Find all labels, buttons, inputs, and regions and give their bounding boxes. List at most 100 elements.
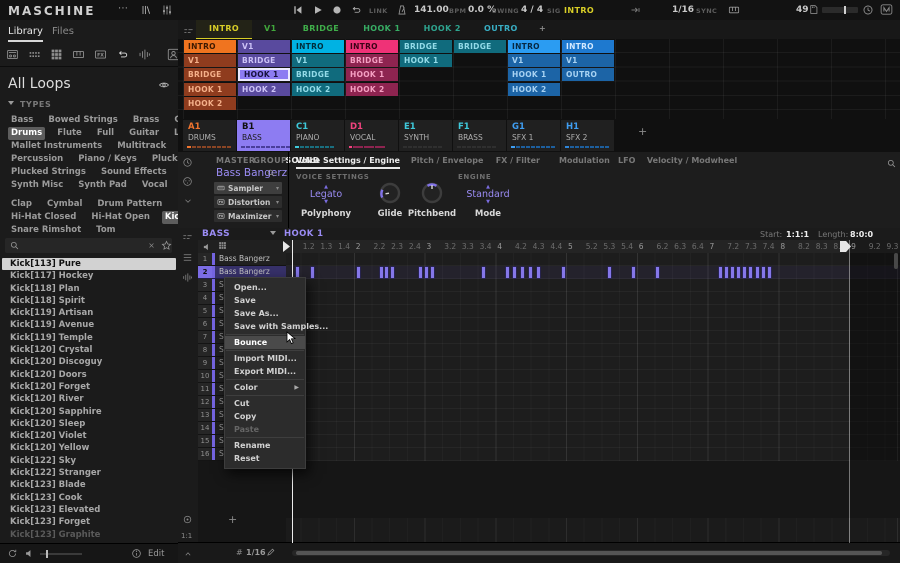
timeline-ruler[interactable]: 1.21.31.422.22.32.433.23.33.444.24.34.45… <box>286 240 900 254</box>
pattern-cell[interactable]: HOOK 1 <box>400 54 452 67</box>
eye-icon[interactable] <box>158 79 170 91</box>
param-search-icon[interactable] <box>886 158 897 169</box>
current-scene-display[interactable]: INTRO <box>564 6 594 15</box>
result-item[interactable]: Kick[122] Stranger <box>0 467 178 479</box>
channel-chevron-icon[interactable] <box>183 196 193 206</box>
sounds-icon[interactable] <box>50 48 63 61</box>
menu-item-open[interactable]: Open... <box>225 281 305 294</box>
pattern-cell[interactable]: HOOK 1 <box>508 68 560 81</box>
midi-note[interactable] <box>762 267 765 278</box>
type-tag[interactable]: Synth Pad <box>75 179 130 192</box>
pattern-cell[interactable]: INTRO <box>346 40 398 53</box>
midi-note[interactable] <box>385 267 388 278</box>
plugin-search-icon[interactable] <box>266 168 276 178</box>
pattern-cell[interactable]: BRIDGE <box>184 68 236 81</box>
type-tag[interactable]: Synth Misc <box>8 179 66 192</box>
pattern-name-label[interactable]: HOOK 1 <box>284 229 323 239</box>
add-control-lane-button[interactable]: + <box>228 513 237 526</box>
track-name[interactable]: Bass Bangerz <box>219 253 270 265</box>
scene-tab[interactable]: HOOK 2 <box>411 20 474 38</box>
follow-playhead-icon[interactable] <box>182 514 193 525</box>
play-button[interactable] <box>312 4 324 16</box>
param-tab[interactable]: LFO <box>618 156 635 165</box>
edit-button[interactable]: Edit <box>148 549 164 559</box>
midi-note[interactable] <box>562 267 565 278</box>
clock-icon[interactable] <box>862 4 874 16</box>
groups-icon[interactable] <box>28 48 41 61</box>
skip-back-button[interactable] <box>292 4 304 16</box>
pattern-cell[interactable]: HOOK 2 <box>508 83 560 96</box>
result-item[interactable]: Kick[117] Hockey <box>0 270 178 282</box>
result-item[interactable]: Kick[120] Violet <box>0 430 178 442</box>
search-input[interactable] <box>23 239 145 253</box>
pattern-cell[interactable]: BRIDGE <box>454 40 506 53</box>
pattern-cell[interactable]: INTRO <box>562 40 614 53</box>
midi-note[interactable] <box>719 267 722 278</box>
pitchbend-knob[interactable] <box>418 179 446 207</box>
group-tile-d1[interactable]: D1VOCAL <box>345 120 398 151</box>
scene-tab[interactable]: BRIDGE <box>290 20 352 38</box>
pattern-cell[interactable]: HOOK 1 <box>346 68 398 81</box>
pattern-cell[interactable]: V1 <box>238 40 290 53</box>
group-tile-c1[interactable]: C1PIANO <box>291 120 344 151</box>
result-item[interactable]: Kick[120] Forget <box>0 381 178 393</box>
pattern-cell[interactable]: V1 <box>292 54 344 67</box>
type-tag[interactable]: Percussion <box>8 153 66 166</box>
browser-toggle-icon[interactable] <box>140 4 152 16</box>
scene-tab[interactable]: V1 <box>251 20 290 38</box>
loops-icon[interactable] <box>116 48 129 61</box>
metronome-icon[interactable] <box>396 4 408 16</box>
oneshots-icon[interactable] <box>138 48 151 61</box>
midi-note[interactable] <box>521 267 524 278</box>
menu-item-rename[interactable]: Rename <box>225 439 305 452</box>
midi-note[interactable] <box>608 267 611 278</box>
event-list-icon[interactable] <box>182 252 193 263</box>
plugin-dropdown-icon[interactable]: ▾ <box>276 199 279 206</box>
midi-note[interactable] <box>656 267 659 278</box>
mode-select[interactable]: ▲Standard▼ <box>458 185 518 204</box>
pencil-icon[interactable] <box>266 547 276 557</box>
menu-item-reset[interactable]: Reset <box>225 452 305 465</box>
result-item[interactable]: Kick[118] Plan <box>0 283 178 295</box>
pattern-cell[interactable]: HOOK 2 <box>184 97 236 110</box>
effects-icon[interactable]: FX <box>94 48 107 61</box>
sound-name[interactable]: Bass Bangerz <box>216 167 287 179</box>
subtype-tag[interactable]: Drum Pattern <box>94 198 165 211</box>
midi-note[interactable] <box>737 267 740 278</box>
automation-view-icon[interactable] <box>182 232 193 243</box>
editor-group-selector[interactable]: BASS <box>202 229 230 239</box>
midi-note[interactable] <box>749 267 752 278</box>
sig-value[interactable]: 4 / 4 <box>521 5 543 15</box>
link-toggle[interactable]: LINK <box>369 7 388 15</box>
pattern-cell[interactable]: INTRO <box>508 40 560 53</box>
type-tag[interactable]: Mallet Instruments <box>8 140 105 153</box>
midi-note[interactable] <box>513 267 516 278</box>
menu-item-copy[interactable]: Copy <box>225 410 305 423</box>
subtype-tag[interactable]: Hi-Hat Open <box>88 211 153 224</box>
midi-note[interactable] <box>311 267 314 278</box>
result-item[interactable]: Kick[119] Temple <box>0 332 178 344</box>
tab-library[interactable]: Library <box>8 26 43 42</box>
pattern-cell[interactable]: HOOK 2 <box>346 83 398 96</box>
clear-search-icon[interactable] <box>147 241 156 250</box>
type-tag[interactable]: Drums <box>8 127 45 140</box>
pattern-cell[interactable]: V1 <box>508 54 560 67</box>
result-item[interactable]: Kick[123] Elevated <box>0 504 178 516</box>
prehear-volume-slider[interactable] <box>40 553 82 555</box>
type-tag[interactable]: Sound Effects <box>98 166 170 179</box>
midi-note[interactable] <box>506 267 509 278</box>
prehear-speaker-icon[interactable] <box>24 548 35 559</box>
pattern-cell[interactable]: HOOK 2 <box>238 83 290 96</box>
channel-clock-icon[interactable] <box>182 157 193 168</box>
plugin-slot-sampler[interactable]: Sampler▾ <box>214 182 282 194</box>
group-dropdown-icon[interactable] <box>270 231 276 235</box>
group-tile-g1[interactable]: G1SFX 1 <box>507 120 560 151</box>
loop-button[interactable] <box>350 4 362 16</box>
type-tag[interactable]: Vocal <box>139 179 171 192</box>
midi-note[interactable] <box>425 267 428 278</box>
footer-caret-icon[interactable] <box>183 549 193 559</box>
group-tile-e1[interactable]: E1SYNTH <box>399 120 452 151</box>
result-item[interactable]: Kick[120] Yellow <box>0 442 178 454</box>
result-item[interactable]: Kick[122] Sky <box>0 455 178 467</box>
midi-note[interactable] <box>391 267 394 278</box>
